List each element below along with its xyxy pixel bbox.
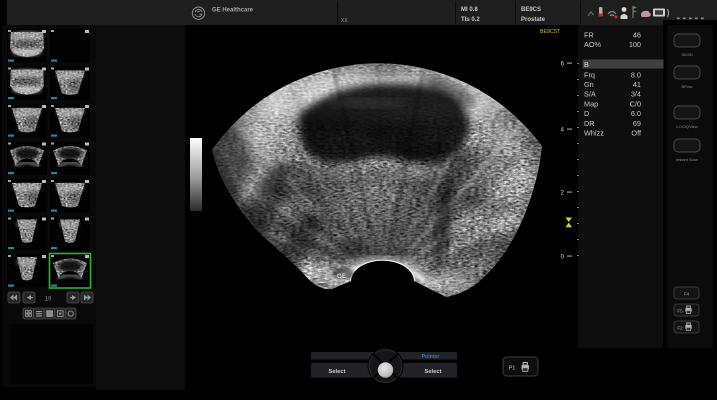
svg-text:Whizz: Whizz bbox=[584, 129, 604, 138]
svg-text:Instant Scan: Instant Scan bbox=[676, 157, 698, 162]
svg-text:GE Healthcare: GE Healthcare bbox=[212, 8, 254, 14]
svg-text:Gn: Gn bbox=[584, 80, 594, 89]
svg-text:BFlow: BFlow bbox=[681, 84, 692, 89]
svg-text:6.0: 6.0 bbox=[631, 109, 641, 118]
svg-text:46: 46 bbox=[633, 31, 641, 40]
svg-text:19: 19 bbox=[45, 297, 52, 303]
svg-text:GE: GE bbox=[337, 273, 346, 280]
svg-text:S/A: S/A bbox=[584, 90, 596, 99]
svg-text:P1: P1 bbox=[509, 366, 516, 372]
svg-text:D: D bbox=[584, 109, 589, 118]
svg-text:F5: F5 bbox=[677, 309, 683, 314]
svg-text:FR: FR bbox=[584, 31, 594, 40]
svg-text:3D/4D: 3D/4D bbox=[681, 52, 692, 57]
svg-text:TIs 0.2: TIs 0.2 bbox=[461, 17, 480, 23]
svg-text:AO%: AO% bbox=[584, 40, 602, 49]
svg-text:Off: Off bbox=[631, 129, 642, 138]
svg-text:BE9CS: BE9CS bbox=[521, 7, 541, 13]
svg-text:BE9CST: BE9CST bbox=[540, 29, 561, 35]
svg-text:41: 41 bbox=[633, 80, 641, 89]
svg-text:Frq: Frq bbox=[584, 70, 595, 79]
svg-text:B: B bbox=[584, 60, 589, 69]
svg-text:69: 69 bbox=[633, 119, 641, 128]
svg-text:Select: Select bbox=[328, 369, 345, 375]
svg-text:8.0: 8.0 bbox=[631, 70, 641, 79]
svg-text:3/4: 3/4 bbox=[631, 90, 641, 99]
svg-text:C/0: C/0 bbox=[630, 99, 641, 108]
svg-text:Select: Select bbox=[424, 369, 441, 375]
svg-text:F2: F2 bbox=[677, 326, 683, 331]
svg-text:Prostate: Prostate bbox=[521, 17, 546, 23]
svg-text:Pointer: Pointer bbox=[422, 354, 440, 360]
svg-text:MI 0.8: MI 0.8 bbox=[461, 7, 478, 13]
svg-text:F4: F4 bbox=[684, 292, 690, 297]
svg-text:LOGIQView: LOGIQView bbox=[676, 124, 697, 129]
svg-text:Map: Map bbox=[584, 99, 598, 108]
svg-text:100: 100 bbox=[629, 40, 641, 49]
svg-text:DR: DR bbox=[584, 119, 595, 128]
svg-text:XX: XX bbox=[341, 18, 348, 24]
